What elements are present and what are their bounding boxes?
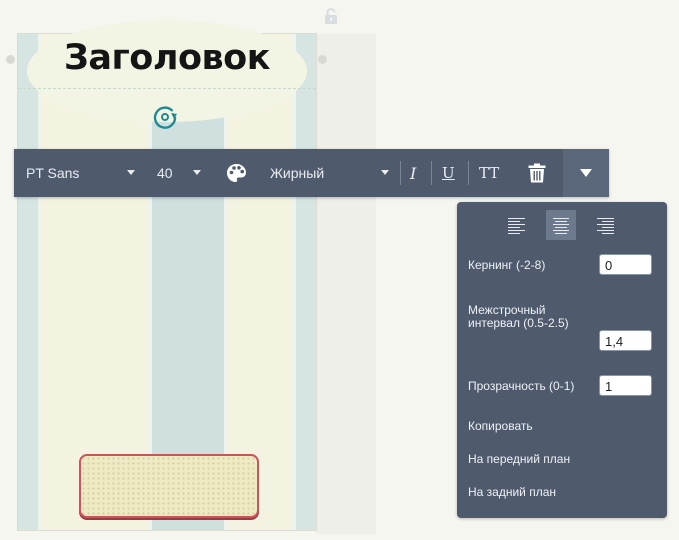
italic-button[interactable]: I [410,149,424,197]
send-to-back-menu-item[interactable]: На задний план [468,485,556,499]
uppercase-label: TT [479,164,500,182]
toolbar-divider [400,161,401,185]
copy-menu-item[interactable]: Копировать [468,419,533,433]
font-family-select[interactable]: PT Sans [26,149,136,197]
opacity-input[interactable]: 1 [599,375,652,396]
line-spacing-label-line1: Межстрочный [468,303,546,317]
line-spacing-input[interactable]: 1,4 [599,330,652,351]
background-stripe [296,34,316,530]
underline-button[interactable]: U [442,149,458,197]
trash-icon[interactable] [528,163,546,183]
palette-icon[interactable] [226,163,247,183]
chevron-down-icon [193,170,201,175]
align-right-button[interactable] [590,210,620,240]
resize-handle-right[interactable] [318,55,327,64]
decorative-label-shape[interactable] [79,454,259,518]
font-size-select[interactable]: 40 [157,149,207,197]
text-toolbar: PT Sans 40 Жирный I U TT [14,149,609,197]
canvas-margin [316,34,376,534]
toolbar-divider [431,161,432,185]
align-center-button[interactable] [546,210,576,240]
chevron-down-icon [580,169,592,177]
line-spacing-label-line2: интервал (0.5-2.5) [468,316,569,330]
chevron-down-icon [127,170,135,175]
font-family-value: PT Sans [26,165,80,181]
opacity-label: Прозрачность (0-1) [468,379,575,393]
font-size-value: 40 [157,165,173,181]
chevron-down-icon [381,170,389,175]
kerning-input[interactable]: 0 [599,254,652,275]
italic-label: I [410,163,417,183]
kerning-label: Кернинг (-2-8) [468,258,546,272]
bring-to-front-menu-item[interactable]: На передний план [468,452,570,466]
selection-guide-line [18,88,316,89]
background-stripe [18,34,38,530]
underline-label: U [442,164,455,182]
toolbar-divider [468,161,469,185]
unlock-icon[interactable] [324,8,338,24]
title-text-element[interactable]: Заголовок [27,38,307,78]
text-options-panel: Кернинг (-2-8) 0 Межстрочный интервал (0… [457,202,667,518]
resize-handle-left[interactable] [6,55,15,64]
uppercase-button[interactable]: TT [479,149,505,197]
font-weight-value: Жирный [270,165,325,181]
rotate-handle-icon[interactable] [150,102,180,132]
align-left-button[interactable] [502,210,532,240]
more-options-button[interactable] [563,149,609,197]
font-weight-select[interactable]: Жирный [270,149,390,197]
